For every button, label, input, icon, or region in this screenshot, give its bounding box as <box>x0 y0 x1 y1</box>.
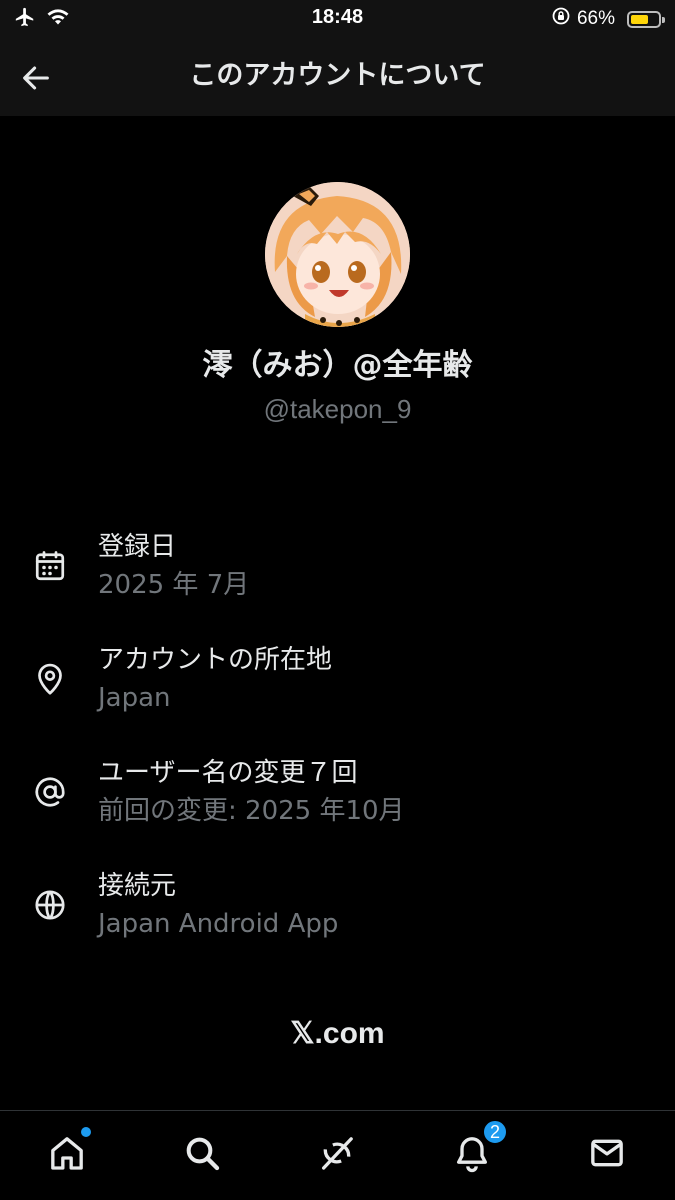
info-value: 2025 年 7月 <box>98 570 250 600</box>
location-pin-icon <box>29 658 71 700</box>
mail-icon <box>591 1139 623 1167</box>
info-row-connected-via: 接続元 Japan Android App <box>0 867 675 967</box>
status-right: 66% <box>551 6 665 32</box>
page-title: このアカウントについて <box>189 60 486 91</box>
grok-icon <box>322 1137 353 1170</box>
info-label: アカウントの所在地 <box>98 645 333 675</box>
tab-grok[interactable] <box>315 1131 359 1175</box>
bottom-tab-bar: 2 <box>0 1110 675 1200</box>
display-name: 澪（みお）@全年齢 <box>202 348 473 383</box>
at-sign-icon <box>29 771 71 813</box>
avatar[interactable] <box>265 182 410 327</box>
tab-home[interactable] <box>45 1127 91 1175</box>
home-icon <box>51 1137 83 1170</box>
info-label: 登録日 <box>98 532 177 562</box>
notification-badge: 2 <box>482 1119 508 1145</box>
info-row-joined: 登録日 2025 年 7月 <box>0 528 675 628</box>
search-icon <box>186 1137 220 1171</box>
info-row-username-changes: ユーザー名の変更７回 前回の変更: 2025 年10月 <box>0 754 675 854</box>
info-label: 接続元 <box>98 871 177 901</box>
header: このアカウントについて <box>0 38 675 116</box>
tab-messages[interactable] <box>585 1131 629 1175</box>
info-label: ユーザー名の変更７回 <box>98 758 358 788</box>
info-value: 前回の変更: 2025 年10月 <box>98 796 405 826</box>
calendar-icon <box>29 545 71 587</box>
home-notification-dot <box>81 1127 91 1137</box>
x-com-link[interactable]: 𝕏.com <box>0 1012 675 1056</box>
info-row-location: アカウントの所在地 Japan <box>0 641 675 741</box>
tab-search[interactable] <box>180 1131 224 1175</box>
battery-icon <box>627 10 665 28</box>
orientation-lock-icon <box>551 6 571 32</box>
status-bar: 18:48 66% <box>0 0 675 38</box>
handle: @takepon_9 <box>263 394 412 424</box>
battery-percentage: 66% <box>576 8 615 29</box>
globe-icon <box>29 884 71 926</box>
tab-notifications[interactable]: 2 <box>450 1119 508 1175</box>
battery-level-fill <box>631 14 649 24</box>
info-value: Japan <box>98 683 171 713</box>
avatar-image <box>265 182 410 327</box>
info-value: Japan Android App <box>98 909 339 939</box>
